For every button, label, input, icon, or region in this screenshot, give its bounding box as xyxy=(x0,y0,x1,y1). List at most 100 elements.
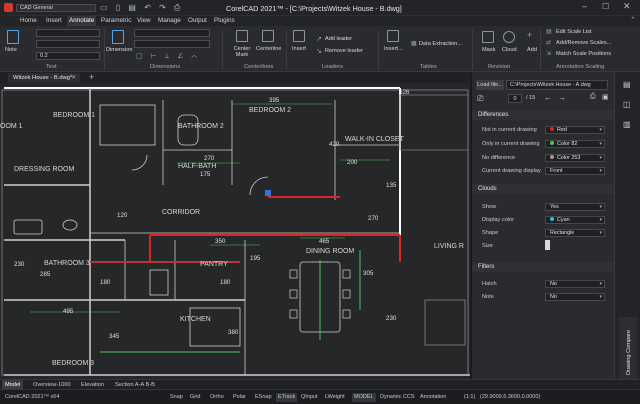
annotation-scaling-group-label: Annotation Scaling xyxy=(556,64,605,70)
status-dynamic-ccs[interactable]: Dynamic CCS xyxy=(378,393,417,402)
note-filter-select[interactable]: No xyxy=(545,293,605,301)
clouds-section-header[interactable]: Clouds xyxy=(472,184,614,194)
data-extraction-button[interactable]: Data Extraction... xyxy=(419,41,462,47)
dimension-button-label[interactable]: Dimension xyxy=(106,47,132,53)
no-difference-color-select[interactable]: Color 253 xyxy=(545,154,605,162)
mask-icon[interactable] xyxy=(482,31,494,43)
title-bar: CAD General ▭ ▯ ▤ ↶ ↷ ⎙ CorelCAD 2021™ -… xyxy=(0,0,640,16)
insert-leader-icon[interactable] xyxy=(293,30,305,42)
match-scale-positions-button[interactable]: Match Scale Positions xyxy=(556,51,611,57)
edit-scale-list-button[interactable]: Edit Scale List xyxy=(556,29,591,35)
workspace-select[interactable]: CAD General xyxy=(16,4,96,12)
hatch-filter-select[interactable]: No xyxy=(545,280,605,288)
remove-leader-button[interactable]: Remove leader xyxy=(325,48,363,54)
status-annotation[interactable]: Annotation xyxy=(418,393,448,402)
compare-icon[interactable]: ⎚ xyxy=(477,94,483,104)
status-esnap[interactable]: ESnap xyxy=(253,393,274,402)
menu-home[interactable]: Home xyxy=(18,16,39,26)
menu-insert[interactable]: Insert xyxy=(44,16,64,26)
properties-icon[interactable]: ▤ xyxy=(623,80,631,89)
status-qinput[interactable]: QInput xyxy=(299,393,320,402)
status-snap[interactable]: Snap xyxy=(168,393,185,402)
cloud-size-slider[interactable] xyxy=(545,240,550,250)
menu-output[interactable]: Output xyxy=(186,16,209,26)
quick-access-icons[interactable]: ▭ ▯ ▤ ↶ ↷ ⎙ xyxy=(100,3,183,13)
match-scale-positions-icon[interactable]: ⇲ xyxy=(546,50,551,57)
edit-scale-list-icon[interactable]: ▤ xyxy=(546,28,552,35)
menu-annotate[interactable]: Annotate xyxy=(67,16,97,26)
dimension-icon[interactable] xyxy=(112,30,124,44)
page-number-input[interactable]: 0 xyxy=(508,94,522,103)
compare-file-path[interactable]: C:\Projects\Witzek House - A.dwg xyxy=(506,80,608,90)
save-icon[interactable]: ▣ xyxy=(602,93,609,101)
cloud-button-label[interactable]: Cloud xyxy=(502,47,517,53)
floor-plan-drawing[interactable]: BEDROOM 1 BATHROOM 2 BEDROOM 2 WALK-IN C… xyxy=(0,83,470,379)
room-label: LIVING R xyxy=(434,243,464,250)
note-button-label[interactable]: Note xyxy=(5,47,17,53)
data-extraction-icon[interactable]: ▦ xyxy=(411,40,417,47)
status-polar[interactable]: Polar xyxy=(231,393,248,402)
menu-manage[interactable]: Manage xyxy=(156,16,183,26)
previous-arrow-icon[interactable]: ← xyxy=(544,93,552,102)
new-tab-icon[interactable]: + xyxy=(89,72,94,82)
minimize-icon[interactable]: – xyxy=(582,1,587,11)
text-font-select[interactable] xyxy=(36,40,100,48)
cloud-color-select[interactable]: Cyan xyxy=(545,216,605,224)
add-remove-scales-button[interactable]: Add/Remove Scales... xyxy=(556,40,611,46)
status-etrack[interactable]: ETrack xyxy=(276,393,298,402)
cloud-show-select[interactable]: Yes xyxy=(545,203,605,211)
close-icon[interactable]: ✕ xyxy=(623,1,631,12)
note-icon[interactable] xyxy=(7,30,19,44)
dimension-tools-icons[interactable]: ▢ ⊢ ⟂ ∠ ⌒ xyxy=(136,52,200,61)
library-icon[interactable]: ▥ xyxy=(623,120,631,129)
dimension-label: 395 xyxy=(269,97,280,104)
centerline-icon[interactable] xyxy=(262,30,274,42)
menu-view[interactable]: View xyxy=(135,16,153,26)
status-ortho[interactable]: Ortho xyxy=(208,393,226,402)
print-icon[interactable]: ⎙ xyxy=(590,93,596,101)
add-leader-button[interactable]: Add leader xyxy=(325,36,352,42)
status-scale[interactable]: (1:1) xyxy=(462,393,477,402)
centerline-button-label[interactable]: Centerline xyxy=(256,46,282,52)
selection-grip[interactable] xyxy=(265,190,271,196)
document-tab-active[interactable]: Witzek House - B.dwg* ✕ xyxy=(8,73,80,83)
drawing-canvas[interactable]: BEDROOM 1 BATHROOM 2 BEDROOM 2 WALK-IN C… xyxy=(0,83,470,379)
status-grid[interactable]: Grid xyxy=(188,393,202,402)
cloud-shape-select[interactable]: Rectangle xyxy=(545,229,605,237)
maximize-icon[interactable]: ☐ xyxy=(602,2,609,11)
add-icon[interactable]: + xyxy=(527,30,532,40)
only-in-current-color-select[interactable]: Color 82 xyxy=(545,140,605,148)
table-icon[interactable] xyxy=(387,30,399,42)
close-tab-icon[interactable]: ✕ xyxy=(71,73,76,83)
dimension-layer-select[interactable] xyxy=(134,40,210,48)
differences-section-header[interactable]: Differences xyxy=(472,110,614,120)
center-mark-button-label[interactable]: Center Mark xyxy=(230,46,254,58)
load-file-button[interactable]: Load file... xyxy=(476,80,504,90)
status-lweight[interactable]: LWeight xyxy=(323,393,347,402)
menu-parametric[interactable]: Parametric xyxy=(99,16,133,26)
menu-plugins[interactable]: Plugins xyxy=(212,16,237,26)
remove-leader-icon[interactable]: ↘ xyxy=(316,47,322,55)
add-leader-icon[interactable]: ↗ xyxy=(316,35,322,43)
drawing-compare-vertical-tab[interactable]: Drawing Compare xyxy=(619,317,637,379)
revision-group-label: Revision xyxy=(488,64,511,70)
dimension-style-select[interactable] xyxy=(134,29,210,37)
add-remove-scales-icon[interactable]: ⇄ xyxy=(546,39,551,46)
text-height-input[interactable]: 0.2 xyxy=(36,52,100,60)
insert-leader-label[interactable]: Insert xyxy=(292,46,306,52)
not-in-current-color-select[interactable]: Red xyxy=(545,126,605,134)
dimension-label: 195 xyxy=(250,255,261,262)
next-arrow-icon[interactable]: → xyxy=(558,93,566,102)
center-mark-icon[interactable] xyxy=(236,30,248,42)
add-button-label[interactable]: Add xyxy=(527,47,537,53)
mask-button-label[interactable]: Mask xyxy=(482,47,495,53)
cloud-icon[interactable] xyxy=(503,31,515,43)
status-model[interactable]: MODEL xyxy=(352,393,376,402)
text-style-select[interactable] xyxy=(36,29,100,37)
dimension-label: 345 xyxy=(109,333,120,340)
collapse-ribbon-icon[interactable]: ⌃ xyxy=(630,16,636,24)
filters-section-header[interactable]: Filters xyxy=(472,262,614,272)
table-insert-label[interactable]: Insert... xyxy=(384,46,403,52)
layers-icon[interactable]: ◫ xyxy=(623,100,631,109)
current-drawing-display-select[interactable]: Front xyxy=(545,167,605,175)
